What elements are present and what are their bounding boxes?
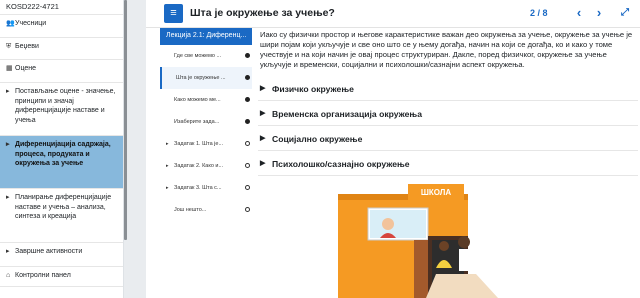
dashboard-icon: ⌂	[6, 272, 11, 279]
lesson-panel: ≡ Шта је окружење за учење? 2 / 8 ‹ › ⤢ …	[146, 0, 640, 298]
chevron-right-icon: ▸	[6, 88, 10, 95]
nav-item-section-3[interactable]: ▸ Планирање диференцијације наставе и уч…	[0, 189, 123, 243]
expand-arrow-icon: ▸	[166, 141, 169, 147]
completed-dot-icon	[245, 75, 250, 80]
nav-item-label: Оцене	[15, 65, 37, 72]
nav-item-grades[interactable]: ▦ Оцене	[0, 60, 123, 83]
users-icon: 👥	[6, 20, 15, 27]
accordion-label: Временска организација окружења	[272, 109, 422, 119]
nav-item-label: Завршне активности	[15, 248, 83, 255]
toc-item-label: Изаберите зада...	[174, 119, 220, 125]
previous-page-button[interactable]: ‹	[570, 4, 588, 22]
expand-arrow-icon: ▸	[166, 163, 169, 169]
toc-item[interactable]: ▸ Задатак 2. Како и...	[160, 155, 252, 177]
nav-item-participants[interactable]: 👥 Учесници	[0, 15, 123, 38]
next-page-button[interactable]: ›	[590, 4, 608, 22]
toc-item[interactable]: Где све можемо ...	[160, 45, 252, 67]
lesson-content: Иако су физички простор и његове каракте…	[258, 28, 638, 176]
chevron-right-icon: ▸	[6, 194, 10, 201]
toc-header[interactable]: Лекција 2.1: Диференц...	[160, 28, 252, 45]
accordion-social[interactable]: ▶ Социјално окружење	[258, 126, 638, 151]
lesson-toc: Лекција 2.1: Диференц... Где све можемо …	[160, 28, 252, 298]
toc-item-label: Још нешто...	[174, 207, 207, 213]
chevron-right-icon: ▶	[260, 110, 266, 117]
page-title: Шта је окружење за учење?	[190, 7, 335, 19]
nav-item-dashboard[interactable]: ⌂ Контролни панел	[0, 267, 123, 287]
toc-item[interactable]: Изаберите зада...	[160, 111, 252, 133]
nav-item-section-2-active[interactable]: ▸ Диференцијација садржаја, процеса, про…	[0, 136, 123, 189]
course-code[interactable]: KOSD222-4721	[0, 0, 123, 15]
course-index: KOSD222-4721 👥 Учесници ⛨ Беџеви ▦ Оцене…	[0, 0, 124, 298]
incomplete-circle-icon	[245, 163, 250, 168]
grades-icon: ▦	[6, 65, 13, 72]
accordion-label: Социјално окружење	[272, 134, 363, 144]
chevron-right-icon: ▶	[260, 85, 266, 92]
nav-scrollbar[interactable]	[124, 0, 127, 240]
completed-dot-icon	[245, 53, 250, 58]
chevron-right-icon: ▸	[6, 248, 10, 255]
nav-item-label: Контролни панел	[15, 272, 71, 279]
toc-item-label: Задатак 2. Како и...	[174, 163, 224, 169]
nav-item-section-1[interactable]: ▸ Постављање оцене - значење, принципи и…	[0, 83, 123, 136]
toc-item[interactable]: Још нешто...	[160, 199, 252, 221]
toc-item-label: Шта је окружење ...	[176, 75, 226, 81]
toc-item-label: Задатак 3. Шта с...	[174, 185, 222, 191]
lesson-header: ≡ Шта је окружење за учење? 2 / 8 ‹ › ⤢	[146, 0, 640, 28]
completed-dot-icon	[245, 119, 250, 124]
accordion-temporal[interactable]: ▶ Временска организација окружења	[258, 101, 638, 126]
toc-item[interactable]: ▸ Задатак 3. Шта с...	[160, 177, 252, 199]
accordion-label: Физичко окружење	[272, 84, 354, 94]
page-counter: 2 / 8	[530, 8, 548, 18]
nav-item-label: Учесници	[15, 20, 47, 27]
school-illustration: ШКОЛА	[332, 184, 498, 298]
nav-item-label: Диференцијација садржаја, процеса, проду…	[15, 141, 111, 167]
intro-paragraph: Иако су физички простор и његове каракте…	[260, 30, 633, 69]
page-gutter	[124, 0, 146, 298]
toc-menu-button[interactable]: ≡	[164, 4, 183, 23]
nav-item-final-activities[interactable]: ▸ Завршне активности	[0, 243, 123, 267]
accordion-psychological[interactable]: ▶ Психолошко/сазнајно окружење	[258, 151, 638, 176]
toc-item-selected[interactable]: Шта је окружење ...	[160, 67, 252, 89]
fullscreen-button[interactable]: ⤢	[616, 4, 634, 22]
incomplete-circle-icon	[245, 185, 250, 190]
toc-item[interactable]: ▸ Задатак 1. Шта је...	[160, 133, 252, 155]
nav-item-label: Постављање оцене - значење, принципи и з…	[15, 88, 116, 124]
nav-item-label: Планирање диференцијације наставе и учењ…	[15, 194, 112, 220]
school-sign: ШКОЛА	[421, 188, 452, 197]
accordion-label: Психолошко/сазнајно окружење	[272, 159, 410, 169]
chevron-right-icon: ▸	[6, 141, 10, 148]
chevron-right-icon: ▶	[260, 160, 266, 167]
nav-item-badges[interactable]: ⛨ Беџеви	[0, 38, 123, 60]
expand-arrow-icon: ▸	[166, 185, 169, 191]
toc-item-label: Где све можемо ...	[174, 53, 222, 59]
nav-item-label: Беџеви	[15, 43, 39, 50]
incomplete-circle-icon	[245, 207, 250, 212]
toc-item[interactable]: Како можемо ме...	[160, 89, 252, 111]
completed-dot-icon	[245, 97, 250, 102]
badge-icon: ⛨	[6, 43, 12, 50]
accordion-physical[interactable]: ▶ Физичко окружење	[258, 76, 638, 101]
chevron-right-icon: ▶	[260, 135, 266, 142]
toc-item-label: Задатак 1. Шта је...	[174, 141, 224, 147]
toc-item-label: Како можемо ме...	[174, 97, 221, 103]
incomplete-circle-icon	[245, 141, 250, 146]
